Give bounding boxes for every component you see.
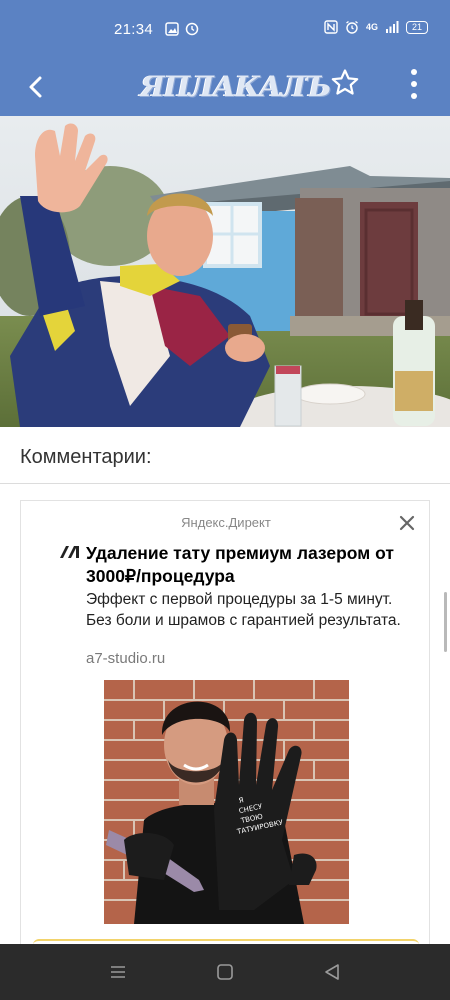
app-bar: ЯПЛАКАЛЪ	[0, 58, 450, 116]
clock-icon	[185, 22, 199, 36]
status-bar: 21:34 4G 21	[0, 0, 450, 58]
divider	[0, 483, 450, 484]
ad-description: Эффект с первой процедуры за 1-5 минут. …	[86, 591, 401, 629]
gallery-icon	[165, 22, 179, 36]
ad-card[interactable]: Яндекс.Директ Удаление тату премиум лазе…	[20, 500, 430, 960]
nfc-icon	[324, 20, 338, 34]
ad-image[interactable]: Я СНЕСУ ТВОЮ ТАТУИРОВКУ	[104, 680, 349, 924]
site-logo[interactable]: ЯПЛАКАЛЪ	[140, 70, 332, 103]
post-photo	[0, 116, 450, 427]
app-screen: 21:34 4G 21 ЯПЛАКАЛЪ Комментарии: Яндекс…	[0, 0, 450, 1000]
network-badge: 4G	[365, 22, 378, 32]
home-icon[interactable]	[215, 962, 235, 982]
ad-domain-link[interactable]: a7-studio.ru	[86, 650, 165, 667]
ad-title[interactable]: Удаление тату премиум лазером от 3000₽/п…	[86, 542, 416, 588]
navigation-bar	[0, 944, 450, 1000]
advertiser-logo-icon	[60, 546, 79, 558]
scrollbar[interactable]	[444, 592, 447, 652]
battery-icon: 21	[406, 20, 428, 34]
comments-title: Комментарии:	[20, 446, 152, 468]
close-icon[interactable]	[397, 513, 417, 533]
back-triangle-icon[interactable]	[322, 962, 342, 982]
more-vert-icon[interactable]	[402, 64, 426, 104]
status-time: 21:34	[114, 21, 154, 38]
ad-source: Яндекс.Директ	[181, 515, 271, 530]
star-icon[interactable]	[329, 67, 361, 99]
menu-icon[interactable]	[108, 962, 128, 982]
signal-icon	[386, 21, 399, 33]
back-arrow-icon[interactable]	[18, 69, 54, 105]
alarm-icon	[346, 20, 358, 34]
